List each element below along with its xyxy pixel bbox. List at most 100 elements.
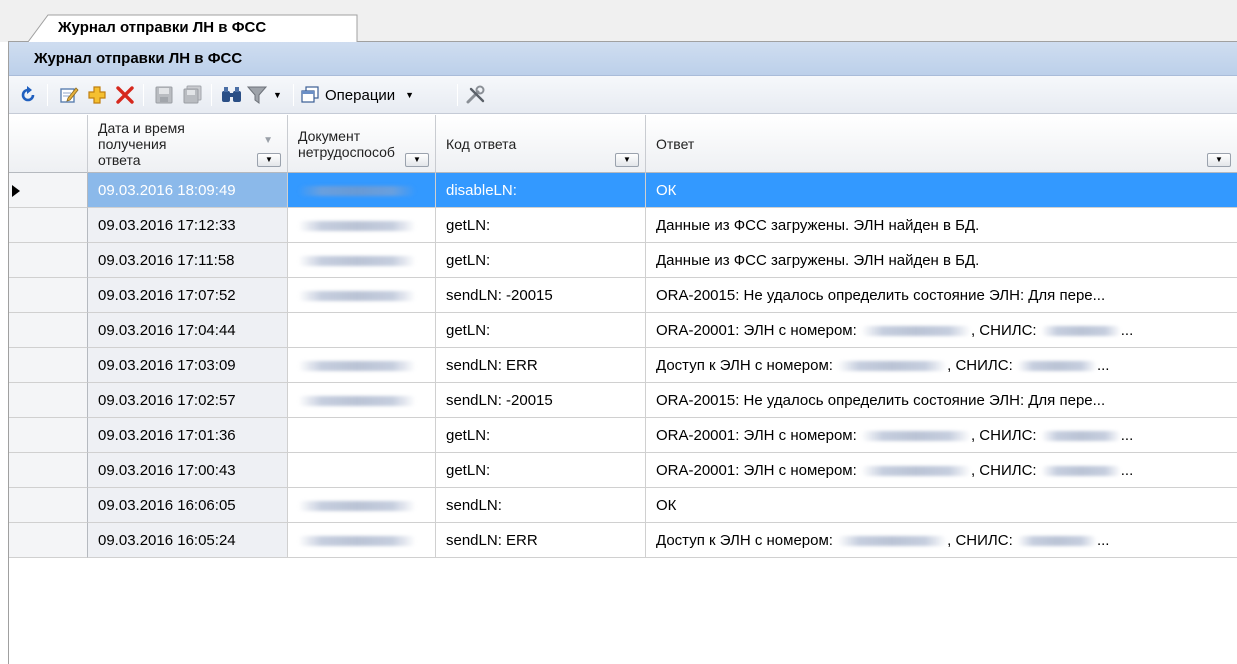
toolbar: ▼ Операции ▼: [9, 76, 1237, 114]
column-header-datetime[interactable]: Дата и время получения ответа ▼ ▼: [88, 115, 288, 173]
response-text: Данные из ФСС загружены. ЭЛН найден в БД…: [656, 217, 980, 234]
toolbar-separator: [457, 84, 458, 106]
delete-button[interactable]: [115, 84, 135, 106]
table-row[interactable]: 09.03.2016 16:05:24 sendLN: ERR Доступ к Э…: [9, 523, 1237, 558]
cell-response-code: sendLN: -20015: [436, 278, 646, 313]
column-filter-button[interactable]: ▼: [257, 153, 281, 167]
tab-strip: Журнал отправки ЛН в ФСС: [0, 0, 1237, 43]
table-row[interactable]: 09.03.2016 18:09:49 disableLN: ОК: [9, 173, 1237, 208]
cell-document: [288, 488, 436, 523]
response-text: ORA-20001: ЭЛН с номером:: [656, 427, 861, 444]
redacted-value: [860, 326, 971, 337]
column-filter-button[interactable]: ▼: [1207, 153, 1231, 167]
cell-datetime: 09.03.2016 17:07:52: [88, 278, 288, 313]
table-row[interactable]: 09.03.2016 17:01:36 getLN: ORA-20001: ЭЛН …: [9, 418, 1237, 453]
cell-response: Данные из ФСС загружены. ЭЛН найден в БД…: [646, 243, 1237, 278]
column-header-response[interactable]: Ответ ▼: [646, 115, 1237, 173]
header-line: получения: [98, 135, 167, 152]
settings-button[interactable]: [465, 84, 487, 106]
table-row[interactable]: 09.03.2016 16:06:05 sendLN: ОК: [9, 488, 1237, 523]
redacted-value: [837, 361, 948, 372]
table-row[interactable]: 09.03.2016 17:04:44 getLN: ORA-20001: ЭЛН …: [9, 313, 1237, 348]
row-selector[interactable]: [9, 418, 88, 453]
row-selector[interactable]: [9, 383, 88, 418]
response-text: Доступ к ЭЛН с номером:: [656, 357, 838, 374]
column-header-label: Ответ: [656, 136, 694, 152]
cell-datetime: 09.03.2016 18:09:49: [88, 173, 288, 208]
header-line: Код ответа: [446, 135, 517, 152]
column-filter-button[interactable]: ▼: [615, 153, 639, 167]
add-button[interactable]: [87, 84, 107, 106]
cell-response-code: getLN:: [436, 418, 646, 453]
find-icon: [222, 87, 241, 102]
response-text: ...: [1096, 357, 1110, 374]
cell-response: ОК: [646, 488, 1237, 523]
refresh-button[interactable]: [19, 84, 37, 106]
response-text: ...: [1120, 322, 1134, 339]
cell-datetime: 09.03.2016 16:06:05: [88, 488, 288, 523]
header-line: Дата и время: [98, 119, 185, 136]
toolbar-separator: [47, 84, 48, 106]
filter-icon: [247, 86, 267, 104]
row-selector[interactable]: [9, 313, 88, 348]
cell-response-code: disableLN:: [436, 173, 646, 208]
add-icon: [88, 86, 106, 104]
find-button[interactable]: [221, 84, 243, 106]
filter-dropdown-arrow[interactable]: ▼: [273, 90, 282, 100]
redacted-value: [1040, 326, 1121, 337]
panel-title: Журнал отправки ЛН в ФСС: [9, 42, 1237, 76]
save-all-button[interactable]: [183, 84, 203, 106]
cell-datetime: 09.03.2016 17:02:57: [88, 383, 288, 418]
response-text: ОК: [656, 497, 677, 514]
refresh-icon: [21, 86, 35, 102]
edit-icon: [60, 87, 79, 103]
save-all-icon: [183, 85, 202, 104]
redacted-value: [298, 291, 416, 302]
current-row-indicator-icon: [12, 185, 20, 197]
save-button[interactable]: [155, 84, 173, 106]
row-selector[interactable]: [9, 278, 88, 313]
redacted-value: [1040, 431, 1121, 442]
row-selector[interactable]: [9, 348, 88, 383]
edit-button[interactable]: [59, 84, 79, 106]
response-text: ORA-20015: Не удалось определить состоян…: [656, 287, 1106, 304]
operations-icon: [301, 86, 319, 103]
toolbar-separator: [143, 84, 144, 106]
column-header-response-code[interactable]: Код ответа ▼: [436, 115, 646, 173]
cell-response: ORA-20015: Не удалось определить состоян…: [646, 383, 1237, 418]
table-row[interactable]: 09.03.2016 17:00:43 getLN: ORA-20001: ЭЛН …: [9, 453, 1237, 488]
row-selector[interactable]: [9, 523, 88, 558]
table-row[interactable]: 09.03.2016 17:12:33 getLN: Данные из ФСС з…: [9, 208, 1237, 243]
cell-document: [288, 173, 436, 208]
column-filter-button[interactable]: ▼: [405, 153, 429, 167]
redacted-value: [298, 221, 416, 232]
toolbar-separator: [211, 84, 212, 106]
tab-label: Журнал отправки ЛН в ФСС: [58, 19, 267, 36]
redacted-value: [298, 501, 416, 512]
cell-response-code: sendLN: ERR: [436, 348, 646, 383]
cell-response-code: getLN:: [436, 243, 646, 278]
cell-response: ORA-20001: ЭЛН с номером: , СНИЛС: ...: [646, 313, 1237, 348]
cell-datetime: 09.03.2016 17:01:36: [88, 418, 288, 453]
column-header-document[interactable]: Документ нетрудоспособ ▼: [288, 115, 436, 173]
table-row[interactable]: 09.03.2016 17:03:09 sendLN: ERR Доступ к Э…: [9, 348, 1237, 383]
table-row[interactable]: 09.03.2016 17:11:58 getLN: Данные из ФСС з…: [9, 243, 1237, 278]
row-selector[interactable]: [9, 173, 88, 208]
redacted-value: [860, 466, 971, 477]
redacted-value: [298, 186, 416, 197]
filter-button[interactable]: ▼: [247, 84, 282, 106]
operations-menu-button[interactable]: Операции ▼: [301, 84, 414, 106]
table-row[interactable]: 09.03.2016 17:07:52 sendLN: -20015 ORA-200…: [9, 278, 1237, 313]
cell-document: [288, 418, 436, 453]
tab-fss-send-log[interactable]: Журнал отправки ЛН в ФСС: [28, 14, 358, 43]
response-text: ...: [1120, 462, 1134, 479]
row-selector[interactable]: [9, 453, 88, 488]
cell-document: [288, 383, 436, 418]
table-row[interactable]: 09.03.2016 17:02:57 sendLN: -20015 ORA-200…: [9, 383, 1237, 418]
row-selector[interactable]: [9, 488, 88, 523]
row-selector[interactable]: [9, 208, 88, 243]
cell-response-code: getLN:: [436, 208, 646, 243]
column-header-label: Код ответа: [446, 136, 516, 152]
row-selector[interactable]: [9, 243, 88, 278]
response-text: ORA-20001: ЭЛН с номером:: [656, 462, 861, 479]
